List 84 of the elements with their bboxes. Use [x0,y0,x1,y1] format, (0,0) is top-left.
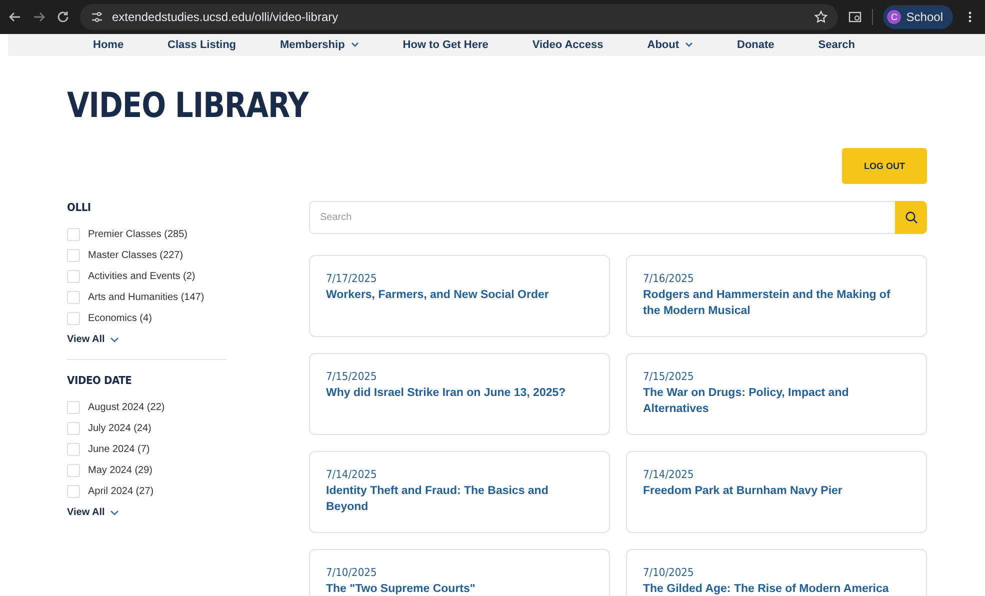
checkbox[interactable] [67,249,80,262]
filter-label: Activities and Events (2) [88,271,196,282]
video-card[interactable]: 7/10/2025 The "Two Supreme Courts" [309,549,610,596]
reload-icon[interactable] [56,10,70,24]
search-field[interactable]: Search [309,201,895,234]
filter-label: July 2024 (24) [88,423,152,434]
checkbox[interactable] [67,312,80,325]
video-date: 7/14/2025 [643,468,695,481]
filter-heading: OLLI [67,201,92,214]
filter-option[interactable]: July 2024 (24) [67,418,227,439]
video-title-link[interactable]: The "Two Supreme Courts" [326,581,593,596]
star-icon[interactable] [814,10,828,24]
video-title-link[interactable]: Workers, Farmers, and New Social Order [326,287,593,303]
filter-label: August 2024 (22) [88,402,165,413]
video-card[interactable]: 7/15/2025 Why did Israel Strike Iran on June 13, 2025? [309,353,610,435]
video-card[interactable]: 7/17/2025 Workers, Farmers, and New Social Order [309,255,610,337]
chevron-down-icon [350,42,359,48]
nav-link[interactable]: About [647,39,694,51]
profile-button[interactable]: C School [883,5,953,29]
checkbox[interactable] [67,401,80,414]
filter-label: April 2024 (27) [88,486,154,497]
view-all-link[interactable]: View All [67,507,119,518]
forward-arrow-icon[interactable] [32,10,46,24]
nav-link[interactable]: Donate [737,39,774,51]
filter-label: Arts and Humanities (147) [88,292,204,303]
video-title-link[interactable]: The War on Drugs: Policy, Impact and Alternatives [643,385,910,417]
filter-option[interactable]: June 2024 (7) [67,439,227,460]
nav-link[interactable]: Class Listing [168,39,236,51]
search-icon [904,211,918,224]
search-button[interactable] [895,201,927,234]
chevron-down-icon [685,42,694,48]
filter-label: June 2024 (7) [88,444,150,455]
video-date: 7/15/2025 [643,370,695,383]
address-bar-url[interactable]: extendedstudies.ucsd.edu/olli/video-library [112,10,338,24]
video-date: 7/17/2025 [326,272,378,285]
video-card[interactable]: 7/10/2025 The Gilded Age: The Rise of Modern America [626,549,927,596]
filter-option[interactable]: Premier Classes (285) [67,224,227,245]
checkbox[interactable] [67,464,80,477]
filter-label: Master Classes (227) [88,250,184,261]
video-date: 7/15/2025 [326,370,378,383]
filter-option[interactable]: Arts and Humanities (147) [67,287,227,308]
nav-link[interactable]: Video Access [532,39,604,51]
video-title-link[interactable]: Rodgers and Hammerstein and the Making of the Modern Musical [643,287,910,319]
checkbox[interactable] [67,228,80,241]
filter-option[interactable]: August 2024 (22) [67,397,227,418]
profile-avatar: C [887,10,902,24]
checkbox[interactable] [67,291,80,304]
filter-option[interactable]: Economics (4) [67,308,227,329]
video-title-link[interactable]: Why did Israel Strike Iran on June 13, 2025? [326,385,593,401]
checkbox[interactable] [67,485,80,498]
video-card[interactable]: 7/14/2025 Freedom Park at Burnham Navy Pier [626,451,927,533]
video-card[interactable]: 7/16/2025 Rodgers and Hammerstein and the Making of the Modern Musical [626,255,927,337]
video-date: 7/14/2025 [326,468,378,481]
chevron-down-icon [110,510,119,516]
nav-link[interactable]: How to Get Here [402,39,488,51]
video-date: 7/10/2025 [326,566,378,579]
filter-label: Economics (4) [88,313,152,324]
video-card[interactable]: 7/15/2025 The War on Drugs: Policy, Impact and Alternatives [626,353,927,435]
back-arrow-icon[interactable] [8,10,22,24]
video-title-link[interactable]: Freedom Park at Burnham Navy Pier [643,483,910,499]
nav-link[interactable]: Membership [280,39,359,51]
filter-option[interactable]: April 2024 (27) [67,481,227,502]
page-title: VIDEO LIBRARY [67,84,310,126]
checkbox[interactable] [67,422,80,435]
filter-heading: VIDEO DATE [67,374,133,387]
video-title-link[interactable]: Identity Theft and Fraud: The Basics and Beyond [326,483,593,515]
filter-label: Premier Classes (285) [88,229,188,240]
reading-mode-icon[interactable] [848,10,862,24]
video-card[interactable]: 7/14/2025 Identity Theft and Fraud: The Basics and Beyond [309,451,610,533]
site-settings-icon[interactable] [90,10,104,24]
video-date: 7/10/2025 [643,566,695,579]
logout-button[interactable]: LOG OUT [842,148,927,184]
checkbox[interactable] [67,443,80,456]
filter-option[interactable]: Master Classes (227) [67,245,227,266]
chevron-down-icon [110,336,119,342]
checkbox[interactable] [67,270,80,283]
video-title-link[interactable]: The Gilded Age: The Rise of Modern America [643,581,910,596]
nav-link[interactable]: Search [818,39,855,51]
filter-option[interactable]: May 2024 (29) [67,460,227,481]
nav-link[interactable]: Home [93,39,124,51]
view-all-link[interactable]: View All [67,334,119,345]
video-date: 7/16/2025 [643,272,695,285]
filter-option[interactable]: Activities and Events (2) [67,266,227,287]
filter-label: May 2024 (29) [88,465,152,476]
